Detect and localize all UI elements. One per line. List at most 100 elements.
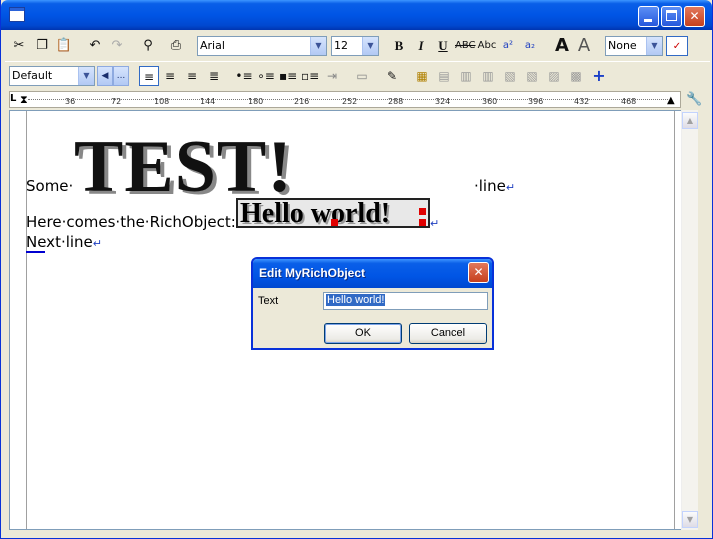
bullet-list-icon[interactable]: •≡ (235, 66, 253, 86)
edit-rich-object-dialog: Edit MyRichObject ✕ Text Hello world! OK… (251, 257, 494, 350)
paragraph-box-icon[interactable]: ▭ (353, 66, 371, 86)
scroll-down-button[interactable]: ▼ (682, 511, 698, 528)
chevron-down-icon: ▼ (310, 37, 326, 55)
cut-icon[interactable]: ✂ (11, 36, 27, 56)
wrench-icon[interactable]: 🔧 (686, 92, 702, 107)
ruler-tick: 144 (200, 97, 216, 106)
undo-icon[interactable]: ↶ (87, 36, 103, 56)
chevron-left-icon: ◀ (101, 71, 109, 81)
right-indent-marker[interactable]: ▲ (667, 95, 675, 106)
align-justify-icon[interactable]: ≣ (205, 66, 223, 86)
numbered-list-icon[interactable]: ∘≡ (257, 66, 275, 86)
ruler-left-marker[interactable]: L (10, 93, 16, 104)
bold-button[interactable]: B (391, 36, 407, 56)
ruler-tick: 468 (621, 97, 637, 106)
insert-row-above-icon[interactable]: ▥ (457, 66, 475, 86)
text-label: Text (258, 295, 279, 307)
subscript-button[interactable]: a₂ (522, 36, 538, 56)
close-icon: ✕ (689, 9, 700, 23)
chevron-up-icon: ▲ (686, 116, 694, 125)
ok-button[interactable]: OK (324, 323, 402, 344)
paste-icon[interactable]: 📋 (55, 36, 73, 56)
dialog-close-button[interactable]: ✕ (468, 262, 489, 283)
insert-table-icon[interactable]: ▦ (413, 66, 431, 86)
ruler-tick: 360 (482, 97, 498, 106)
outline-list-icon[interactable]: ▫≡ (301, 66, 319, 86)
close-button[interactable]: ✕ (684, 6, 705, 27)
ruler-tick: 288 (388, 97, 404, 106)
style-select-value: None (608, 39, 637, 52)
delete-cells-icon[interactable]: ▨ (545, 66, 563, 86)
style-more-button[interactable]: ... (113, 66, 129, 86)
ruler-tick: 216 (294, 97, 310, 106)
dialog-title-bar[interactable]: Edit MyRichObject ✕ (253, 259, 492, 288)
ruler-tick: 180 (248, 97, 264, 106)
paragraph-style-select[interactable]: Default ▼ (9, 66, 95, 86)
underline-button[interactable]: U (435, 36, 451, 56)
minimize-button[interactable] (638, 6, 659, 27)
cancel-button[interactable]: Cancel (409, 323, 487, 344)
insert-row-below-icon[interactable]: ▥ (479, 66, 497, 86)
find-icon[interactable]: ⚲ (139, 36, 157, 56)
ruler-tick: 36 (65, 97, 76, 106)
align-right-icon[interactable]: ≡ (183, 66, 201, 86)
table-props-icon[interactable]: ▤ (435, 66, 453, 86)
paragraph-mark-icon: ↵ (430, 217, 440, 230)
scroll-up-button[interactable]: ▲ (682, 112, 698, 129)
chevron-down-icon: ▼ (646, 37, 662, 55)
smallcaps-button[interactable]: Abc (477, 36, 497, 56)
ruler-tick: 108 (154, 97, 170, 106)
redo-icon[interactable]: ↷ (109, 36, 125, 56)
line3-text: Next·line (26, 233, 93, 251)
page-left-edge (26, 111, 27, 529)
chevron-down-icon: ▼ (362, 37, 378, 55)
font-color-icon[interactable]: A (553, 36, 571, 56)
ruler-tick: 72 (111, 97, 122, 106)
app-icon (9, 7, 25, 22)
formatting-toolbar: ✂ ❐ 📋 ↶ ↷ ⚲ ⎙ Arial ▼ 12 ▼ B I U ABC Abc… (5, 32, 710, 60)
resize-handle[interactable] (419, 208, 426, 215)
font-name-value: Arial (200, 39, 225, 52)
rich-object[interactable]: Hello world! (236, 198, 430, 229)
spellcheck-icon[interactable]: ✓ (666, 36, 688, 56)
font-name-select[interactable]: Arial ▼ (197, 36, 327, 56)
text-input-value: Hello world! (326, 294, 386, 306)
italic-button[interactable]: I (413, 36, 429, 56)
ruler[interactable]: L ⧗ 36 72 108 144 180 216 252 288 324 36… (9, 91, 681, 108)
align-center-icon[interactable]: ≡ (161, 66, 179, 86)
square-list-icon[interactable]: ▪≡ (279, 66, 297, 86)
maximize-icon (666, 10, 677, 21)
line1-end[interactable]: ·line↵ (474, 177, 515, 195)
close-icon: ✕ (473, 265, 484, 279)
line1-end-text: ·line (474, 177, 506, 195)
rich-object-text: Hello world! (240, 198, 391, 229)
indent-icon[interactable]: ⇥ (323, 66, 341, 86)
vertical-scrollbar[interactable]: ▲ ▼ (681, 110, 698, 530)
line3[interactable]: Next·line↵ (26, 233, 102, 251)
font-outline-icon[interactable]: A (575, 36, 593, 56)
add-icon[interactable]: + (591, 66, 607, 86)
print-icon[interactable]: ⎙ (167, 36, 185, 56)
text-input[interactable]: Hello world! (323, 292, 488, 310)
resize-handle[interactable] (331, 219, 338, 226)
font-size-select[interactable]: 12 ▼ (331, 36, 379, 56)
title-bar[interactable]: ✕ (1, 0, 712, 30)
left-indent-marker[interactable]: ⧗ (20, 93, 28, 107)
style-prev-button[interactable]: ◀ (97, 66, 113, 86)
strikethrough-button[interactable]: ABC (455, 36, 476, 56)
maximize-button[interactable] (661, 6, 682, 27)
resize-handle[interactable] (419, 219, 426, 226)
line1-start[interactable]: Some· (26, 177, 73, 195)
align-left-icon[interactable]: ≡ (139, 66, 159, 86)
ruler-tick: 396 (528, 97, 544, 106)
style-select[interactable]: None ▼ (605, 36, 663, 56)
paint-format-icon[interactable]: ✎ (383, 66, 401, 86)
superscript-button[interactable]: a² (500, 36, 516, 56)
line2-text[interactable]: Here·comes·the·RichObject:· (26, 213, 241, 231)
merge-cells-icon[interactable]: ▩ (567, 66, 585, 86)
copy-icon[interactable]: ❐ (33, 36, 51, 56)
insert-col-right-icon[interactable]: ▧ (523, 66, 541, 86)
paragraph-mark-icon: ↵ (92, 237, 103, 250)
paragraph-mark-icon: ↵ (505, 181, 516, 194)
insert-col-left-icon[interactable]: ▧ (501, 66, 519, 86)
